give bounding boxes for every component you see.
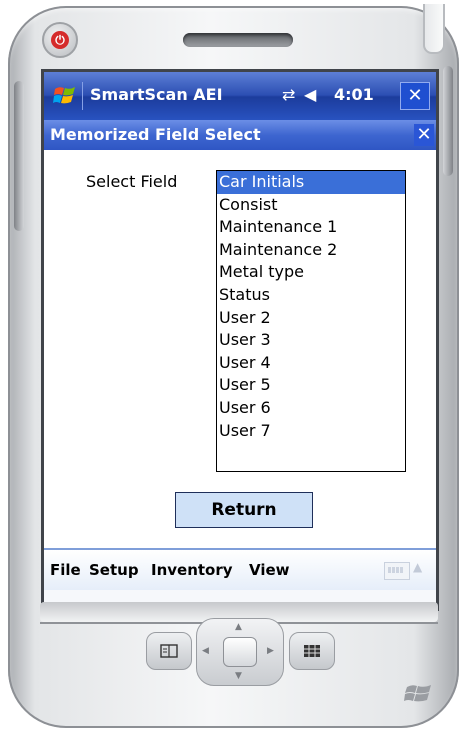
- list-item[interactable]: Consist: [217, 194, 405, 217]
- volume-icon[interactable]: ◀: [304, 85, 316, 104]
- windows-logo-icon[interactable]: [52, 83, 78, 109]
- dpad-right-icon[interactable]: ▶: [267, 646, 274, 656]
- title-bar: SmartScan AEI ⇄ ◀ 4:01 ✕: [44, 72, 436, 120]
- list-item[interactable]: Maintenance 2: [217, 239, 405, 262]
- dpad-left-icon[interactable]: ◀: [202, 646, 209, 656]
- contacts-hardware-button[interactable]: [289, 632, 335, 670]
- list-item[interactable]: User 5: [217, 374, 405, 397]
- menu-bar: File Setup Inventory View ▲: [44, 550, 436, 590]
- clock[interactable]: 4:01: [334, 85, 374, 104]
- menu-inventory[interactable]: Inventory: [151, 561, 233, 579]
- keyboard-icon[interactable]: [384, 562, 410, 580]
- list-item[interactable]: User 6: [217, 397, 405, 420]
- list-item[interactable]: User 7: [217, 420, 405, 443]
- grid-icon: [304, 645, 320, 657]
- list-item[interactable]: Car Initials: [217, 171, 405, 194]
- power-icon: ⏻: [51, 31, 69, 49]
- keyboard-toggle-arrow-icon[interactable]: ▲: [413, 560, 422, 574]
- menu-view[interactable]: View: [249, 561, 290, 579]
- dialog-header: Memorized Field Select ✕: [44, 120, 436, 150]
- list-item[interactable]: Maintenance 1: [217, 216, 405, 239]
- app-title: SmartScan AEI: [90, 85, 223, 104]
- dialog-content: Select Field Car Initials Consist Mainte…: [44, 150, 436, 548]
- return-button[interactable]: Return: [175, 492, 313, 528]
- menu-setup[interactable]: Setup: [89, 561, 139, 579]
- side-button-right[interactable]: [443, 66, 453, 176]
- speaker-grille: [183, 33, 293, 47]
- list-item[interactable]: User 3: [217, 329, 405, 352]
- dpad-center-button[interactable]: [223, 637, 257, 667]
- window-close-button[interactable]: ✕: [400, 82, 430, 110]
- device-screen: SmartScan AEI ⇄ ◀ 4:01 ✕ Memorized Field…: [41, 69, 439, 611]
- calendar-icon: [160, 644, 178, 658]
- dpad-down-icon[interactable]: ▼: [235, 671, 242, 681]
- list-item[interactable]: User 4: [217, 352, 405, 375]
- select-field-label: Select Field: [86, 172, 178, 191]
- list-item[interactable]: User 2: [217, 307, 405, 330]
- connectivity-icon[interactable]: ⇄: [282, 85, 295, 104]
- title-separator: [82, 82, 83, 110]
- dpad-up-icon[interactable]: ▲: [235, 622, 242, 632]
- windows-brand-logo-icon: [404, 685, 431, 702]
- list-item[interactable]: Status: [217, 284, 405, 307]
- list-item[interactable]: Metal type: [217, 261, 405, 284]
- calendar-hardware-button[interactable]: [146, 632, 192, 670]
- stylus-slot: [423, 4, 445, 54]
- dialog-title: Memorized Field Select: [50, 125, 261, 144]
- field-listbox[interactable]: Car Initials Consist Maintenance 1 Maint…: [216, 170, 406, 472]
- dialog-close-button[interactable]: ✕: [414, 124, 434, 146]
- power-button[interactable]: ⏻: [42, 22, 78, 58]
- side-button-left[interactable]: [14, 81, 24, 231]
- menu-file[interactable]: File: [50, 561, 81, 579]
